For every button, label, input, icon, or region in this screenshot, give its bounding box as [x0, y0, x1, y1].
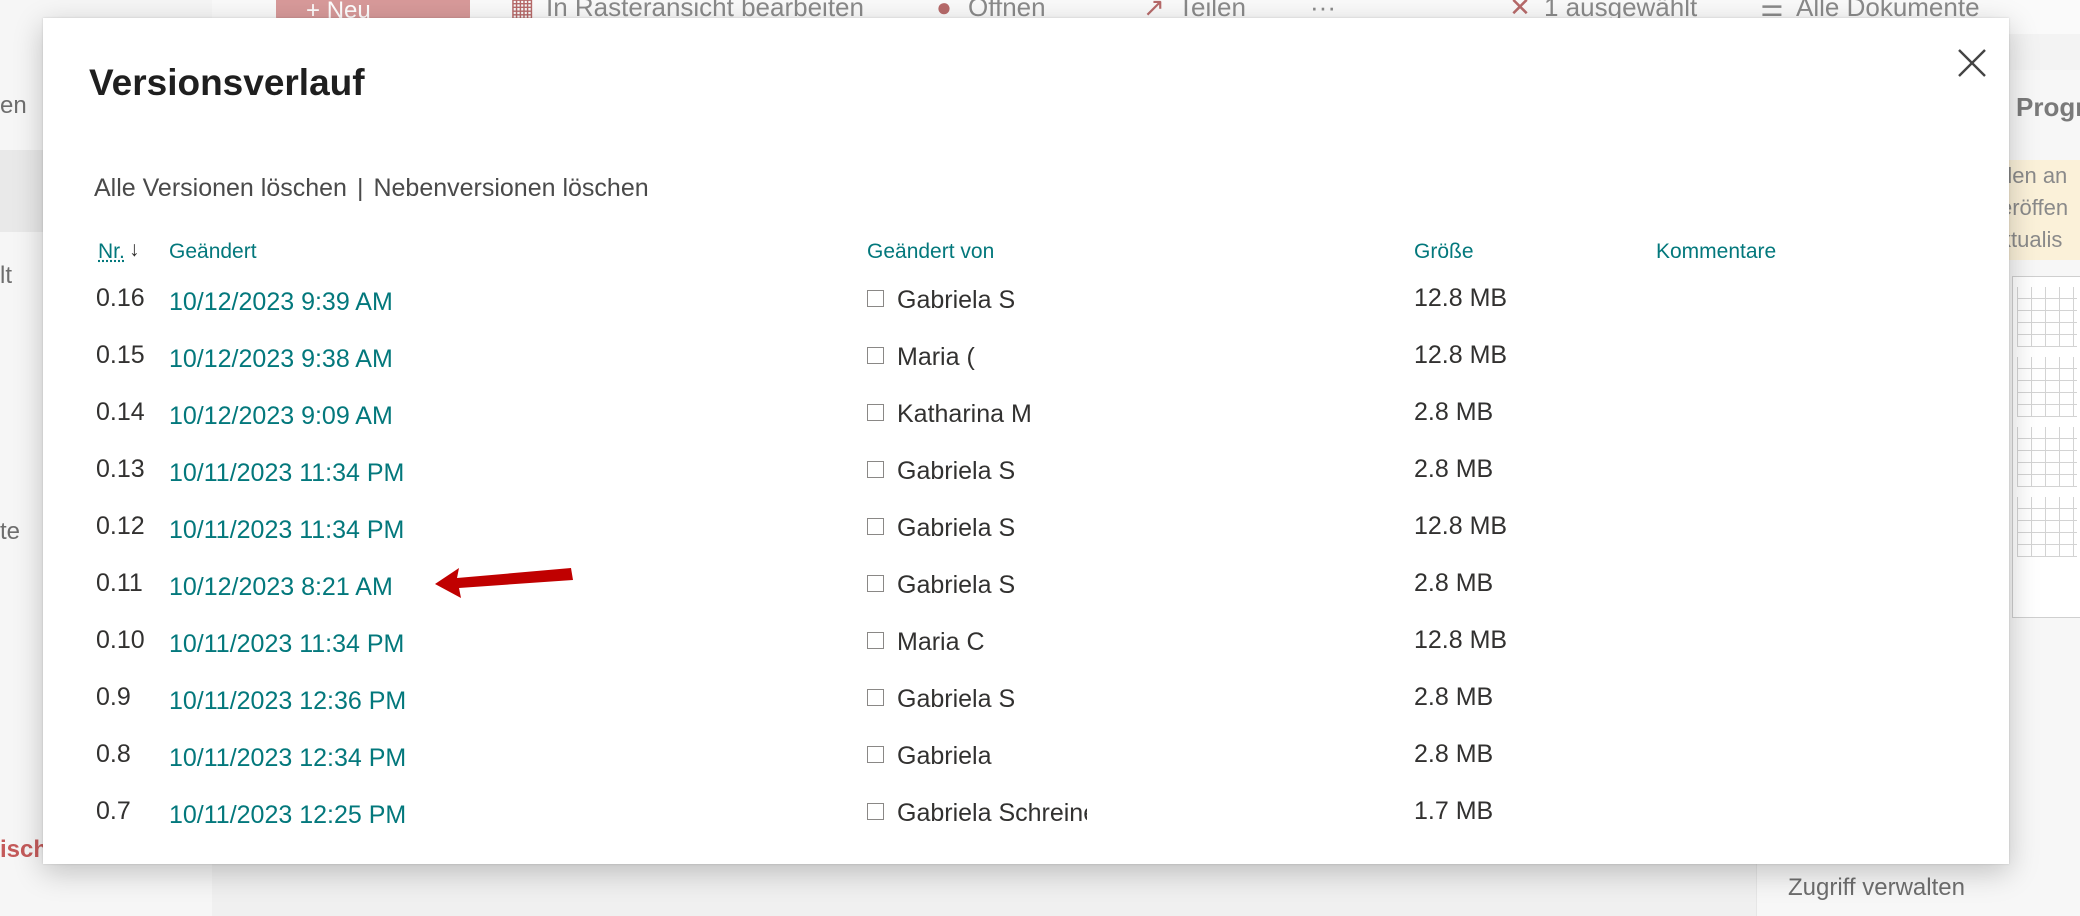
version-date-link[interactable]: 10/12/2023 9:09 AM: [169, 402, 393, 431]
changed-by-name: Gabriela S: [897, 457, 1016, 485]
left-nav-selected-item[interactable]: [0, 150, 46, 232]
version-number: 0.15: [96, 341, 145, 369]
user-presence-checkbox[interactable]: [867, 290, 884, 307]
table-row: 0.7 10/11/2023 12:25 PM Gabriela Schrein…: [43, 793, 2009, 826]
table-row: 0.15 10/12/2023 9:38 AM Maria ( 12.8 MB: [43, 337, 2009, 394]
details-pane-title: Progr: [2016, 92, 2080, 122]
version-date-link[interactable]: 10/12/2023 8:21 AM: [169, 573, 393, 602]
notice-line: eröffen: [2000, 195, 2069, 220]
version-number: 0.14: [96, 398, 145, 426]
version-date-link[interactable]: 10/11/2023 12:25 PM: [169, 801, 406, 826]
column-header-changed[interactable]: Geändert: [169, 240, 257, 264]
column-header-size[interactable]: Größe: [1414, 240, 1474, 264]
version-number: 0.7: [96, 797, 131, 825]
left-nav-item[interactable]: te: [0, 518, 20, 546]
delete-all-versions-link[interactable]: Alle Versionen löschen: [94, 174, 347, 202]
notice-line: den an: [2000, 163, 2068, 188]
user-presence-checkbox[interactable]: [867, 575, 884, 592]
version-date-link[interactable]: 10/12/2023 9:39 AM: [169, 288, 393, 317]
details-pane-notice: den an eröffen ktualis: [2000, 160, 2080, 260]
table-row: 0.8 10/11/2023 12:34 PM Gabriela 2.8 MB: [43, 736, 2009, 793]
thumbnail-table: [2017, 497, 2077, 557]
left-nav-item[interactable]: en: [0, 92, 27, 120]
changed-by-name: Gabriela S: [897, 286, 1016, 314]
manage-access-link[interactable]: Zugriff verwalten: [1788, 874, 1965, 902]
table-row: 0.14 10/12/2023 9:09 AM Katharina M 2.8 …: [43, 394, 2009, 451]
version-size: 2.8 MB: [1414, 683, 1494, 711]
version-size: 1.7 MB: [1414, 797, 1494, 825]
version-size: 12.8 MB: [1414, 626, 1508, 654]
column-header-changed-by[interactable]: Geändert von: [867, 240, 994, 264]
version-size: 12.8 MB: [1414, 284, 1508, 312]
notice-line: ktualis: [2000, 227, 2063, 252]
user-presence-checkbox[interactable]: [867, 803, 884, 820]
user-presence-checkbox[interactable]: [867, 404, 884, 421]
table-row: 0.16 10/12/2023 9:39 AM Gabriela S 12.8 …: [43, 280, 2009, 337]
version-number: 0.10: [96, 626, 145, 654]
version-number: 0.12: [96, 512, 145, 540]
changed-by-name: Maria (: [897, 343, 975, 371]
version-list: 0.16 10/12/2023 9:39 AM Gabriela S 12.8 …: [43, 280, 2009, 826]
dialog-title: Versionsverlauf: [89, 62, 365, 103]
version-number: 0.16: [96, 284, 145, 312]
thumbnail-table: [2017, 287, 2077, 347]
red-arrow-icon: [435, 568, 573, 598]
changed-by-name: Gabriela S: [897, 514, 1016, 542]
version-size: 2.8 MB: [1414, 740, 1494, 768]
changed-by-name: Gabriela S: [897, 685, 1016, 713]
delete-links: Alle Versionen löschen | Nebenversionen lö…: [94, 174, 649, 203]
changed-by-name: Maria C: [897, 628, 985, 656]
version-size: 2.8 MB: [1414, 569, 1494, 597]
left-nav-item[interactable]: lt: [0, 262, 12, 290]
version-size: 12.8 MB: [1414, 512, 1508, 540]
version-number: 0.13: [96, 455, 145, 483]
version-date-link[interactable]: 10/11/2023 11:34 PM: [169, 459, 404, 488]
thumbnail-table: [2017, 427, 2077, 487]
user-presence-checkbox[interactable]: [867, 461, 884, 478]
thumbnail-table: [2017, 357, 2077, 417]
user-presence-checkbox[interactable]: [867, 689, 884, 706]
user-presence-checkbox[interactable]: [867, 746, 884, 763]
close-button[interactable]: [1955, 46, 1989, 80]
table-row: 0.9 10/11/2023 12:36 PM Gabriela S 2.8 M…: [43, 679, 2009, 736]
version-date-link[interactable]: 10/11/2023 11:34 PM: [169, 516, 404, 545]
version-number: 0.11: [96, 569, 143, 597]
main-content-area: [212, 860, 1756, 916]
table-row: 0.13 10/11/2023 11:34 PM Gabriela S 2.8 …: [43, 451, 2009, 508]
new-button-label: Neu: [326, 0, 371, 20]
column-header-number[interactable]: Nr.: [98, 240, 125, 264]
version-date-link[interactable]: 10/12/2023 9:38 AM: [169, 345, 393, 374]
table-row: 0.12 10/11/2023 11:34 PM Gabriela S 12.8…: [43, 508, 2009, 565]
version-size: 12.8 MB: [1414, 341, 1508, 369]
changed-by-name: Katharina M: [897, 400, 1032, 428]
version-date-link[interactable]: 10/11/2023 11:34 PM: [169, 630, 404, 659]
version-size: 2.8 MB: [1414, 455, 1494, 483]
table-row: 0.10 10/11/2023 11:34 PM Maria C 12.8 MB: [43, 622, 2009, 679]
version-number: 0.9: [96, 683, 131, 711]
changed-by-name: Gabriela S: [897, 571, 1016, 599]
plus-icon: +: [306, 0, 327, 20]
arrow-down-icon: ↓: [129, 238, 140, 261]
changed-by-name: Gabriela: [897, 742, 992, 770]
table-row: 0.11 10/12/2023 8:21 AM Gabriela S 2.8 M…: [43, 565, 2009, 622]
version-size: 2.8 MB: [1414, 398, 1494, 426]
left-nav-item[interactable]: isch: [0, 836, 48, 864]
document-thumbnail[interactable]: [2012, 276, 2080, 618]
user-presence-checkbox[interactable]: [867, 518, 884, 535]
version-number: 0.8: [96, 740, 131, 768]
column-header-comments[interactable]: Kommentare: [1656, 240, 1776, 264]
user-presence-checkbox[interactable]: [867, 632, 884, 649]
delete-minor-versions-link[interactable]: Nebenversionen löschen: [373, 174, 648, 202]
close-icon: [1958, 49, 1986, 77]
changed-by-name: Gabriela Schreiner: [897, 799, 1087, 826]
new-button[interactable]: + Neu: [276, 0, 470, 20]
version-date-link[interactable]: 10/11/2023 12:36 PM: [169, 687, 406, 716]
version-date-link[interactable]: 10/11/2023 12:34 PM: [169, 744, 406, 773]
user-presence-checkbox[interactable]: [867, 347, 884, 364]
version-history-dialog: Versionsverlauf Alle Versionen löschen | N…: [43, 18, 2009, 864]
link-separator: |: [356, 174, 364, 202]
